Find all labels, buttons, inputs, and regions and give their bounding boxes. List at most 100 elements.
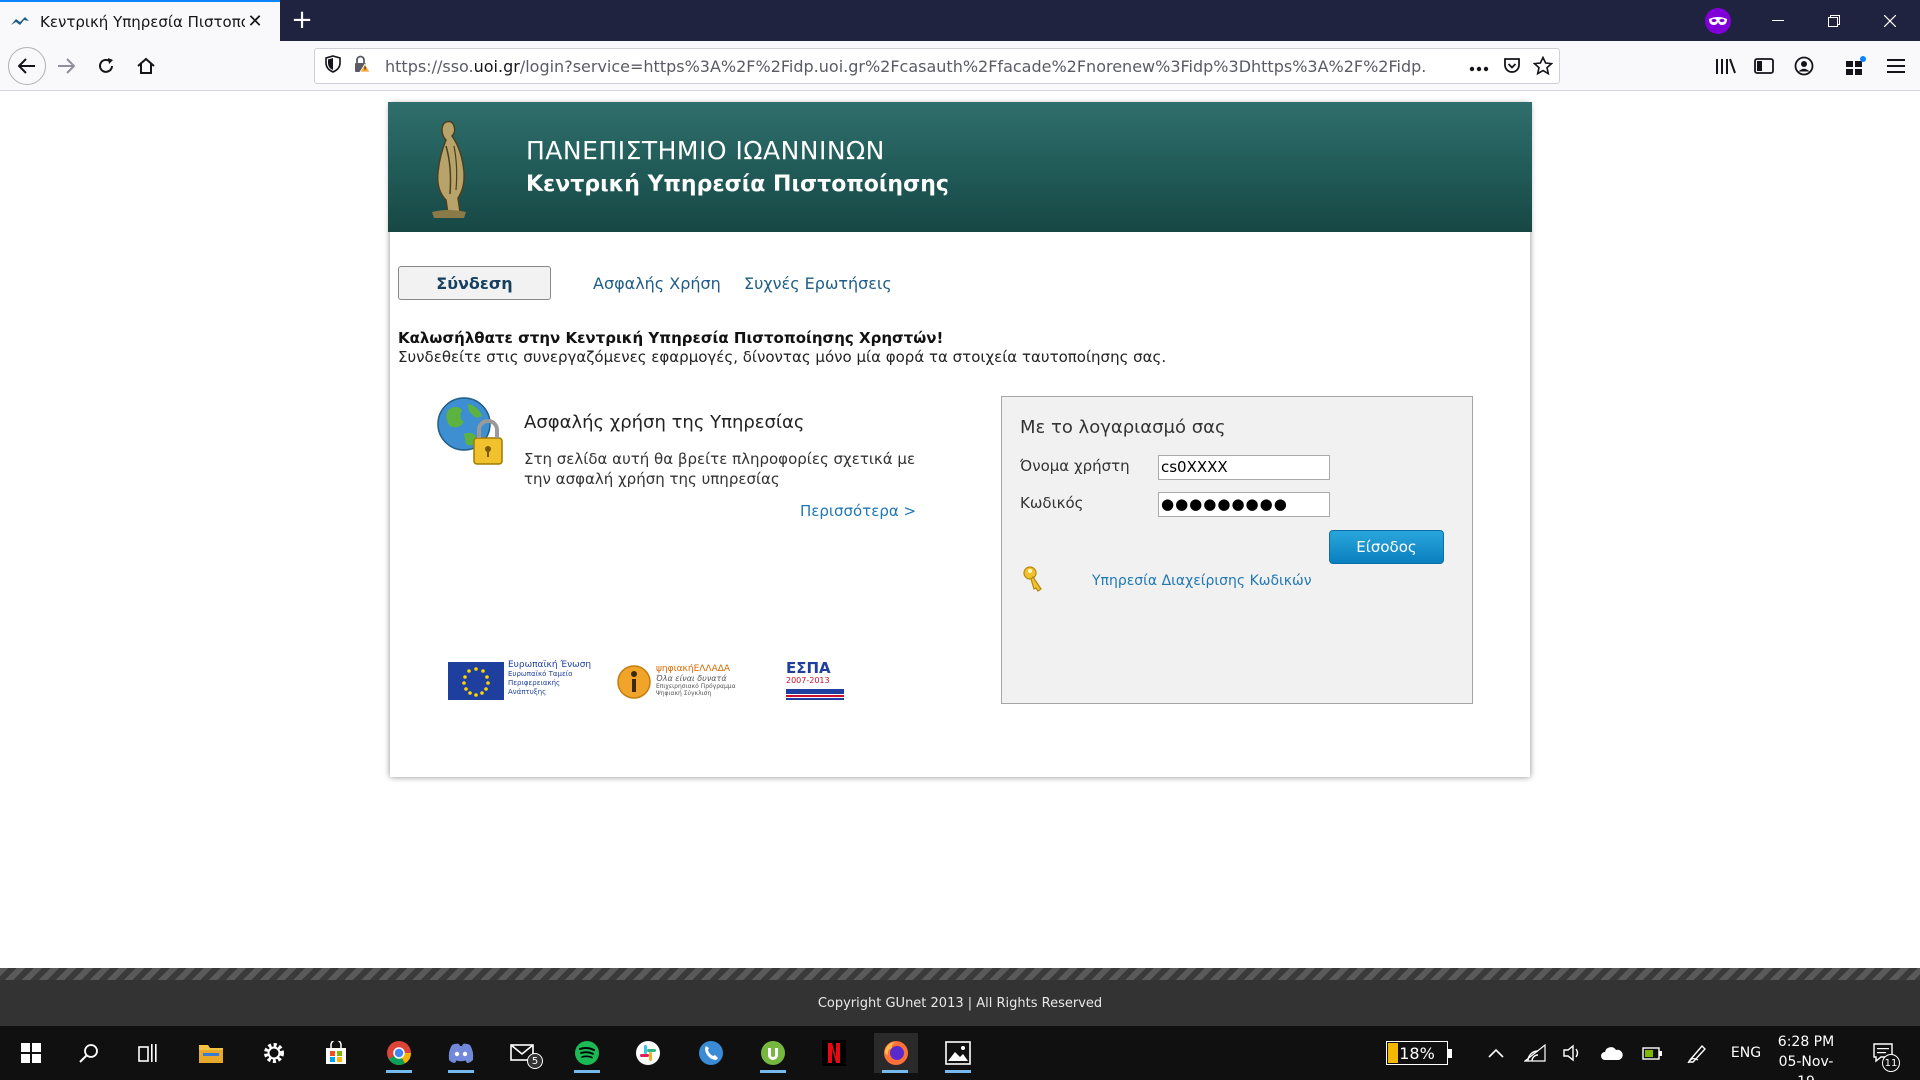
settings-gear-icon[interactable] — [253, 1033, 295, 1073]
netflix-icon[interactable] — [813, 1033, 855, 1073]
chrome-icon[interactable] — [378, 1033, 420, 1073]
eu-line-3: Περιφερειακής — [508, 679, 561, 687]
forward-button[interactable] — [50, 50, 82, 82]
browser-tab-active[interactable]: Κεντρική Υπηρεσία Πιστοποίησης ✕ — [0, 0, 280, 41]
web-page: ΠΑΝΕΠΙΣΤΗΜΙΟ ΙΩΑΝΝΙΝΩΝ Κεντρική Υπηρεσία… — [0, 92, 1920, 968]
digital-slogan: Όλα είναι δυνατά — [656, 674, 727, 683]
chevron-up-icon[interactable] — [1482, 1026, 1510, 1080]
url-prefix: https://sso. — [385, 56, 474, 76]
notification-count: 11 — [1882, 1054, 1900, 1072]
mail-badge: 5 — [527, 1053, 543, 1069]
volume-icon[interactable] — [1558, 1026, 1588, 1080]
browser-navigation-bar: https://sso.uoi.gr/login?service=https%3… — [0, 41, 1920, 91]
globe-lock-icon — [434, 394, 510, 470]
safe-use-description: Στη σελίδα αυτή θα βρείτε πληροφορίες σχ… — [524, 450, 916, 488]
battery-charge-icon[interactable] — [1638, 1026, 1668, 1080]
battery-indicator[interactable]: 18% — [1384, 1026, 1452, 1080]
digital-line-4: Ψηφιακή Σύγκλιση — [656, 690, 712, 697]
search-icon[interactable] — [68, 1033, 110, 1073]
firefox-icon[interactable] — [874, 1033, 918, 1073]
onedrive-cloud-icon[interactable] — [1597, 1026, 1627, 1080]
utorrent-icon[interactable] — [752, 1033, 794, 1073]
main-menu-icon[interactable] — [1880, 50, 1912, 82]
url-rest: /login?service=https%3A%2F%2Fidp.uoi.gr%… — [519, 56, 1425, 76]
password-management-link[interactable]: Υπηρεσία Διαχείρισης Κωδικών — [1092, 573, 1312, 589]
battery-percentage: 18% — [1399, 1043, 1435, 1063]
clock-time: 6:28 PM — [1777, 1034, 1835, 1050]
phone-app-icon[interactable] — [690, 1033, 732, 1073]
clock-date: 05-Nov-19 — [1778, 1054, 1834, 1080]
pocket-icon[interactable] — [1503, 57, 1521, 79]
tab-faq[interactable]: Συχνές Ερωτήσεις — [744, 266, 892, 300]
espa-years: 2007-2013 — [786, 676, 830, 685]
windows-taskbar: 5 18% ENG 6:28 PM 05-Nov- 11 — [0, 1026, 1920, 1080]
task-view-icon[interactable] — [128, 1033, 170, 1073]
eu-line-1: Ευρωπαϊκή Ένωση — [508, 660, 592, 670]
wifi-icon[interactable] — [1520, 1026, 1550, 1080]
eu-line-2: Ευρωπαϊκό Ταμείο — [508, 670, 573, 678]
restore-window-button[interactable] — [1806, 0, 1862, 41]
username-label: Όνομα χρήστη — [1020, 457, 1130, 475]
tab-title: Κεντρική Υπηρεσία Πιστοποίησης — [40, 12, 245, 31]
new-tab-button[interactable]: + — [288, 6, 316, 34]
pen-icon[interactable] — [1682, 1026, 1712, 1080]
password-input[interactable]: ●●●●●●●●● — [1158, 492, 1330, 517]
service-name: Κεντρική Υπηρεσία Πιστοποίησης — [526, 172, 949, 197]
tracking-protection-shield-icon[interactable] — [325, 55, 341, 77]
university-logo-icon — [418, 116, 478, 220]
tab-login[interactable]: Σύνδεση — [398, 266, 551, 300]
library-icon[interactable] — [1710, 50, 1742, 82]
account-icon[interactable] — [1788, 50, 1820, 82]
welcome-title: Καλωσήλθατε στην Κεντρική Υπηρεσία Πιστο… — [398, 329, 944, 347]
footer-stripe — [0, 968, 1920, 980]
safe-use-title: Ασφαλής χρήση της Υπηρεσίας — [524, 412, 805, 433]
copyright-text: Copyright GUnet 2013 | All Rights Reserv… — [817, 995, 1103, 1011]
more-link[interactable]: Περισσότερα > — [800, 502, 916, 520]
file-explorer-icon[interactable] — [190, 1033, 232, 1073]
photos-icon[interactable] — [937, 1033, 979, 1073]
discord-icon[interactable] — [440, 1033, 482, 1073]
login-box: Με το λογαριασμό σας Όνομα χρήστη cs0XXX… — [1001, 396, 1473, 704]
welcome-text: Συνδεθείτε στις συνεργαζόμενες εφαρμογές… — [398, 348, 1167, 366]
spotify-icon[interactable] — [566, 1033, 608, 1073]
key-icon — [1022, 565, 1044, 595]
slack-icon[interactable] — [627, 1033, 669, 1073]
site-favicon-icon — [10, 15, 30, 29]
browser-tab-bar: Κεντρική Υπηρεσία Πιστοποίησης ✕ + — [0, 0, 1920, 41]
start-button[interactable] — [10, 1033, 52, 1073]
back-button[interactable] — [8, 47, 46, 85]
page-footer: Copyright GUnet 2013 | All Rights Reserv… — [0, 980, 1920, 1026]
close-window-button[interactable] — [1862, 0, 1918, 41]
clock[interactable]: 6:28 PM 05-Nov-19 — [1770, 1032, 1842, 1080]
url-bar[interactable]: https://sso.uoi.gr/login?service=https%3… — [314, 48, 1560, 84]
site-header: ΠΑΝΕΠΙΣΤΗΜΙΟ ΙΩΑΝΝΙΝΩΝ Κεντρική Υπηρεσία… — [388, 102, 1532, 232]
sidebar-toggle-icon[interactable] — [1748, 50, 1780, 82]
insecure-lock-warning-icon[interactable] — [353, 55, 371, 77]
login-submit-button[interactable]: Είσοδος — [1329, 530, 1444, 564]
password-label: Κωδικός — [1020, 494, 1084, 512]
input-language[interactable]: ENG — [1726, 1026, 1766, 1080]
mail-icon[interactable]: 5 — [503, 1033, 545, 1073]
espa-text: ΕΣΠΑ — [786, 659, 831, 677]
extensions-icon[interactable] — [1840, 50, 1872, 82]
url-text[interactable]: https://sso.uoi.gr/login?service=https%3… — [385, 57, 1425, 76]
microsoft-store-icon[interactable] — [315, 1033, 357, 1073]
username-input[interactable]: cs0XXXX — [1158, 455, 1330, 480]
minimize-window-button[interactable] — [1750, 0, 1806, 41]
espa-logo: ΕΣΠΑ 2007-2013 — [786, 660, 848, 704]
digital-brand: ψηφιακήΕΛΛΑΔΑ — [656, 664, 731, 674]
reload-button[interactable] — [90, 50, 122, 82]
digital-line-3: Επιχειρησιακό Πρόγραμμα — [656, 683, 736, 690]
login-title: Με το λογαριασμό σας — [1020, 417, 1226, 438]
eu-logo: Ευρωπαϊκή Ένωση Ευρωπαϊκό Ταμείο Περιφερ… — [448, 660, 592, 704]
tab-safe-use[interactable]: Ασφαλής Χρήση — [593, 266, 721, 300]
bookmark-star-icon[interactable] — [1532, 55, 1554, 80]
digital-greece-logo: ψηφιακήΕΛΛΑΔΑ Όλα είναι δυνατά Επιχειρησ… — [616, 660, 756, 704]
page-actions-icon[interactable] — [1469, 57, 1489, 76]
home-button[interactable] — [130, 50, 162, 82]
tab-close-icon[interactable]: ✕ — [245, 11, 265, 32]
university-name: ΠΑΝΕΠΙΣΤΗΜΙΟ ΙΩΑΝΝΙΝΩΝ — [526, 136, 885, 165]
page-container: ΠΑΝΕΠΙΣΤΗΜΙΟ ΙΩΑΝΝΙΝΩΝ Κεντρική Υπηρεσία… — [388, 102, 1532, 777]
eu-line-4: Ανάπτυξης — [508, 688, 547, 696]
notifications-icon[interactable]: 11 — [1864, 1026, 1904, 1080]
